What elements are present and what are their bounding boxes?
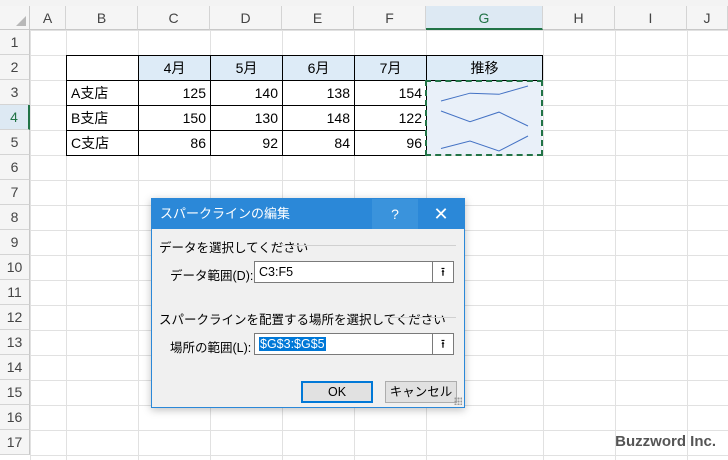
- branch-name-cell[interactable]: A支店: [66, 80, 139, 106]
- value-cell[interactable]: 138: [282, 80, 355, 106]
- value-cell[interactable]: 92: [210, 130, 283, 156]
- column-header-d[interactable]: D: [210, 6, 282, 30]
- collapse-dialog-icon[interactable]: ⭱: [432, 261, 454, 283]
- row-header-11[interactable]: 11: [0, 280, 30, 305]
- row-header-14[interactable]: 14: [0, 355, 30, 380]
- column-header-j[interactable]: J: [687, 6, 728, 30]
- row-header-2[interactable]: 2: [0, 55, 30, 80]
- ok-button[interactable]: OK: [301, 381, 373, 403]
- column-header-c[interactable]: C: [138, 6, 210, 30]
- section-data-label: データを選択してください: [159, 241, 309, 255]
- row-header-10[interactable]: 10: [0, 255, 30, 280]
- value-cell[interactable]: 84: [282, 130, 355, 156]
- edit-sparklines-dialog: スパークラインの編集 ? ✕ データを選択してください データ範囲(D): C3…: [151, 198, 465, 408]
- value-cell[interactable]: 148: [282, 105, 355, 131]
- row-header-8[interactable]: 8: [0, 205, 30, 230]
- column-header-g[interactable]: G: [426, 6, 543, 30]
- branch-name-cell[interactable]: B支店: [66, 105, 139, 131]
- column-header-f[interactable]: F: [354, 6, 426, 30]
- row-header-13[interactable]: 13: [0, 330, 30, 355]
- row-header-7[interactable]: 7: [0, 180, 30, 205]
- data-range-label: データ範囲(D):: [170, 269, 254, 283]
- column-header-i[interactable]: I: [615, 6, 687, 30]
- value-cell[interactable]: 125: [138, 80, 211, 106]
- value-cell[interactable]: 130: [210, 105, 283, 131]
- location-range-label: 場所の範囲(L):: [170, 341, 252, 355]
- resize-grip-icon[interactable]: [454, 397, 462, 405]
- value-cell[interactable]: 96: [354, 130, 427, 156]
- close-button[interactable]: ✕: [418, 199, 464, 229]
- separator: [388, 317, 456, 318]
- value-cell[interactable]: 122: [354, 105, 427, 131]
- table-header-cell[interactable]: 推移: [426, 55, 543, 81]
- column-header-a[interactable]: A: [30, 6, 66, 30]
- gridline: [687, 30, 688, 460]
- column-header-h[interactable]: H: [543, 6, 615, 30]
- data-range-value: C3:F5: [259, 265, 294, 279]
- separator: [280, 245, 456, 246]
- data-range-input[interactable]: C3:F5 ⭱: [254, 261, 454, 283]
- location-range-input[interactable]: $G$3:$G$5 ⭱: [254, 333, 454, 355]
- watermark: Buzzword Inc.: [615, 433, 716, 450]
- help-button[interactable]: ?: [372, 199, 418, 229]
- gridline: [543, 30, 544, 460]
- copy-marquee-selection: [425, 80, 543, 156]
- row-header-17[interactable]: 17: [0, 430, 30, 455]
- table-header-cell[interactable]: [66, 55, 139, 81]
- value-cell[interactable]: 150: [138, 105, 211, 131]
- cancel-button[interactable]: キャンセル: [385, 381, 457, 403]
- column-header-b[interactable]: B: [66, 6, 138, 30]
- value-cell[interactable]: 86: [138, 130, 211, 156]
- table-header-cell[interactable]: 4月: [138, 55, 211, 81]
- select-all-corner[interactable]: [0, 6, 30, 30]
- collapse-dialog-icon[interactable]: ⭱: [432, 333, 454, 355]
- gridline: [615, 30, 616, 460]
- row-header-9[interactable]: 9: [0, 230, 30, 255]
- row-header-1[interactable]: 1: [0, 30, 30, 55]
- row-header-12[interactable]: 12: [0, 305, 30, 330]
- table-header-cell[interactable]: 7月: [354, 55, 427, 81]
- row-header-16[interactable]: 16: [0, 405, 30, 430]
- row-header-6[interactable]: 6: [0, 155, 30, 180]
- table-header-cell[interactable]: 5月: [210, 55, 283, 81]
- row-header-5[interactable]: 5: [0, 130, 30, 155]
- row-header-3[interactable]: 3: [0, 80, 30, 105]
- value-cell[interactable]: 154: [354, 80, 427, 106]
- value-cell[interactable]: 140: [210, 80, 283, 106]
- column-header-e[interactable]: E: [282, 6, 354, 30]
- section-location-label: スパークラインを配置する場所を選択してください: [159, 313, 446, 327]
- branch-name-cell[interactable]: C支店: [66, 130, 139, 156]
- table-header-cell[interactable]: 6月: [282, 55, 355, 81]
- row-header-15[interactable]: 15: [0, 380, 30, 405]
- row-header-4[interactable]: 4: [0, 105, 30, 130]
- location-range-value: $G$3:$G$5: [259, 337, 326, 351]
